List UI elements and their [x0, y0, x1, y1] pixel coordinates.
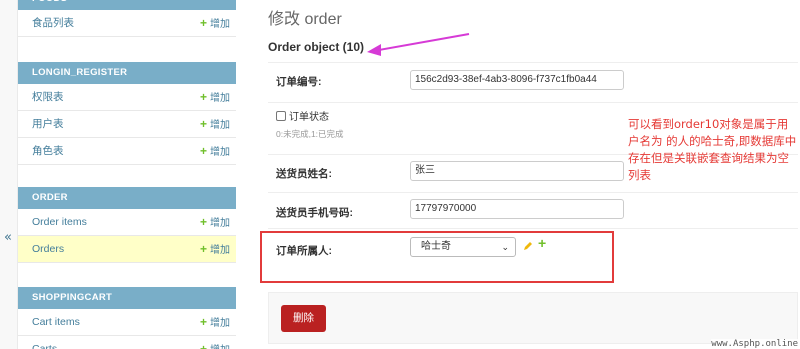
field-label: 送货员姓名:	[276, 168, 332, 180]
sidebar-item-label[interactable]: 权限表	[32, 84, 64, 110]
sidebar-item-users[interactable]: 用户表 + 增加	[18, 111, 236, 138]
module-caption-foods[interactable]: FOODS	[18, 0, 236, 10]
add-label: 增加	[210, 345, 230, 349]
field-label: 订单编号:	[276, 76, 322, 88]
sidebar-item-order-items[interactable]: Order items + 增加	[18, 209, 236, 236]
courier-phone-input[interactable]: 17797970000	[410, 199, 624, 219]
add-link[interactable]: +增加	[200, 236, 230, 264]
form-row-courier-phone: 送货员手机号码: 17797970000	[268, 192, 798, 227]
order-status-checkbox[interactable]	[276, 111, 286, 121]
order-status-label[interactable]: 订单状态	[289, 108, 329, 123]
order-number-input[interactable]: 156c2d93-38ef-4ab3-8096-f737c1fb0a44	[410, 70, 624, 90]
sidebar-item-food-list[interactable]: 食品列表 + 增加	[18, 10, 236, 37]
field-label: 送货员手机号码:	[276, 207, 353, 219]
add-label: 增加	[210, 19, 230, 30]
add-link[interactable]: +增加	[200, 84, 230, 112]
collapse-sidebar-icon[interactable]: «	[4, 230, 12, 245]
delete-button[interactable]: 删除	[281, 305, 326, 332]
plus-icon: +	[199, 144, 207, 158]
sidebar-item-label[interactable]: Carts	[32, 336, 57, 349]
sidebar-item-label[interactable]: 角色表	[32, 138, 64, 164]
courier-name-input[interactable]: 张三	[410, 161, 624, 181]
module-caption-order[interactable]: ORDER	[18, 187, 236, 209]
plus-icon: +	[199, 342, 207, 349]
module-foods: FOODS 食品列表 +增加	[18, 0, 236, 37]
watermark: www.Asphp.online	[711, 339, 798, 349]
plus-icon: +	[199, 242, 207, 256]
sidebar-collapse-strip[interactable]: «	[0, 0, 18, 349]
plus-icon: +	[199, 90, 207, 104]
add-label: 增加	[210, 120, 230, 131]
add-label: 增加	[210, 318, 230, 329]
highlight-box	[260, 231, 614, 283]
sidebar-item-label[interactable]: Orders	[32, 236, 64, 262]
sidebar-item-label[interactable]: 食品列表	[32, 10, 74, 36]
add-label: 增加	[210, 245, 230, 256]
sidebar-item-orders[interactable]: Orders + 增加	[18, 236, 236, 263]
add-link[interactable]: +增加	[200, 336, 230, 349]
submit-row: 删除	[268, 292, 798, 344]
add-link[interactable]: +增加	[200, 138, 230, 166]
sidebar-item-carts[interactable]: Carts +增加	[18, 336, 236, 349]
sidebar-item-label[interactable]: Cart items	[32, 309, 80, 335]
add-label: 增加	[210, 147, 230, 158]
add-link[interactable]: +增加	[200, 309, 230, 337]
add-link[interactable]: +增加	[200, 111, 230, 139]
plus-icon: +	[199, 16, 207, 30]
add-label: 增加	[210, 218, 230, 229]
module-caption-shoppingcart[interactable]: SHOPPINGCART	[18, 287, 236, 309]
sidebar-item-label[interactable]: 用户表	[32, 111, 64, 137]
form-row-order-number: 订单编号: 156c2d93-38ef-4ab3-8096-f737c1fb0a…	[268, 62, 798, 97]
sidebar-item-cart-items[interactable]: Cart items + 增加	[18, 309, 236, 336]
plus-icon: +	[199, 117, 207, 131]
sidebar-item-permissions[interactable]: 权限表 + 增加	[18, 84, 236, 111]
order-status-help: 0:未完成,1:已完成	[276, 129, 344, 139]
module-shoppingcart: SHOPPINGCART Cart items +增加 Carts +增加	[18, 287, 236, 349]
module-caption-longin-register[interactable]: LONGIN_REGISTER	[18, 62, 236, 84]
annotation-arrow	[367, 33, 470, 56]
object-heading: Order object (10)	[268, 40, 365, 54]
annotation-text: 可以看到order10对象是属于用户名为 的人的哈士奇,即数据库中存在但是关联嵌…	[628, 117, 797, 182]
add-label: 增加	[210, 93, 230, 104]
module-longin-register: LONGIN_REGISTER 权限表 + 增加 用户表 + 增加 角色表 + 增加	[18, 62, 236, 165]
plus-icon: +	[199, 315, 207, 329]
add-link[interactable]: +增加	[200, 209, 230, 237]
sidebar-item-label[interactable]: Order items	[32, 209, 87, 235]
sidebar-nav: FOODS 食品列表 +增加 LONGIN_REGISTER 权限表 +增加 用…	[18, 0, 236, 349]
plus-icon: +	[199, 215, 207, 229]
module-order: ORDER Order items + 增加 Orders + 增加	[18, 187, 236, 263]
page-title: 修改 order	[268, 11, 342, 28]
sidebar-item-roles[interactable]: 角色表 + 增加	[18, 138, 236, 165]
add-link[interactable]: +增加	[200, 10, 230, 38]
